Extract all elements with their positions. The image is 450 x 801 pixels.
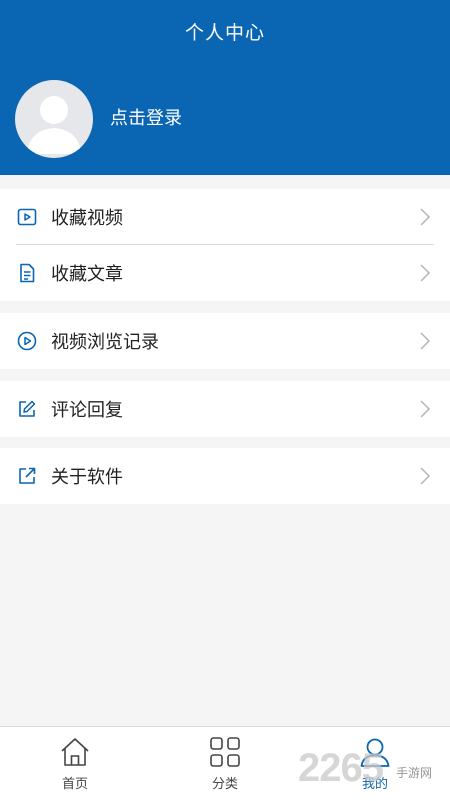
- chevron-right-icon: [420, 400, 431, 418]
- menu-item-favorite-videos[interactable]: 收藏视频: [0, 189, 450, 245]
- menu-item-label: 收藏文章: [51, 264, 123, 285]
- menu-item-label: 关于软件: [51, 467, 123, 488]
- tab-home[interactable]: 首页: [0, 727, 150, 801]
- home-icon: [61, 738, 89, 766]
- tab-category[interactable]: 分类: [150, 727, 300, 801]
- video-icon: [16, 206, 38, 228]
- external-link-icon: [16, 465, 38, 487]
- menu-item-label: 视频浏览记录: [51, 332, 159, 353]
- comments-group: 评论回复: [0, 381, 450, 437]
- edit-icon: [16, 398, 38, 420]
- document-icon: [16, 262, 38, 284]
- login-link[interactable]: 点击登录: [110, 104, 182, 130]
- profile-header: 个人中心 点击登录: [0, 0, 450, 175]
- page-title: 个人中心: [184, 22, 265, 44]
- history-group: 视频浏览记录: [0, 313, 450, 369]
- menu-item-about[interactable]: 关于软件: [0, 448, 450, 504]
- menu-item-video-history[interactable]: 视频浏览记录: [0, 313, 450, 369]
- menu-item-label: 收藏视频: [51, 208, 123, 229]
- watermark-text: 手游网: [396, 766, 433, 780]
- favorites-group: 收藏视频 收藏文章: [0, 189, 450, 301]
- menu-item-label: 评论回复: [51, 400, 123, 421]
- watermark: 2265 手游网: [298, 746, 450, 800]
- watermark-number: 2265: [298, 746, 384, 790]
- chevron-right-icon: [420, 332, 431, 350]
- default-avatar-icon: [27, 96, 81, 154]
- play-circle-icon: [16, 330, 38, 352]
- chevron-right-icon: [420, 208, 431, 226]
- tab-label: 首页: [61, 777, 88, 792]
- tab-label: 分类: [211, 777, 238, 792]
- avatar[interactable]: [15, 80, 93, 158]
- menu-item-favorite-articles[interactable]: 收藏文章: [0, 245, 450, 301]
- about-group: 关于软件: [0, 448, 450, 504]
- chevron-right-icon: [420, 264, 431, 282]
- chevron-right-icon: [420, 467, 431, 485]
- grid-icon: [210, 737, 240, 767]
- menu-item-comment-replies[interactable]: 评论回复: [0, 381, 450, 437]
